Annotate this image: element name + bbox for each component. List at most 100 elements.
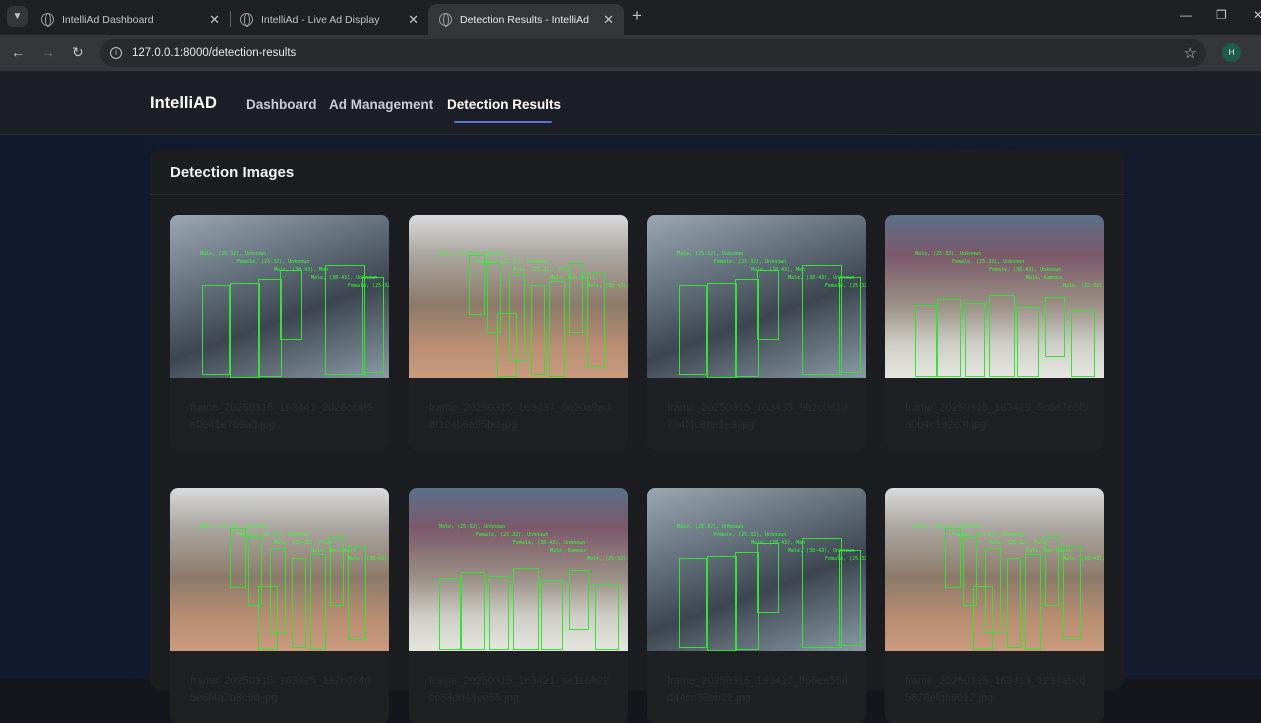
image-filename: frame_20250315_163429_5c6d7e8f9a0b4c1d2e… <box>905 402 1089 431</box>
nav-link-ad-management[interactable]: Ad Management <box>329 97 433 112</box>
browser-tab-live-ad[interactable]: IntelliAd - Live Ad Display ✕ <box>229 4 429 35</box>
detection-bounding-box <box>258 279 282 377</box>
brand-logo[interactable]: IntelliAD <box>150 94 217 113</box>
detection-bounding-box <box>541 580 563 650</box>
detection-image[interactable]: Male, (25-32), Unknown Female, (25-32), U… <box>885 488 1104 651</box>
image-filename: frame_20250315_163413_1234abcd5678efgh90… <box>905 675 1086 704</box>
detection-image-card[interactable]: Male, (25-32), Unknown Female, (25-32), U… <box>170 488 389 723</box>
detection-label: Male, (25-32), Unknown <box>677 524 744 530</box>
detection-label: Male, (25-32), Polo <box>274 540 332 546</box>
url-text[interactable]: 127.0.0.1:8000/detection-results <box>132 47 296 59</box>
site-info-icon[interactable]: i <box>110 47 122 59</box>
detection-label: Male, Non-Shirt <box>1026 548 1072 554</box>
detection-label: Female, (25-32), Unknown <box>476 259 549 265</box>
browser-tab-dashboard[interactable]: IntelliAd Dashboard ✕ <box>30 4 230 35</box>
globe-icon <box>439 13 452 27</box>
detection-label: Male, (38-43), Unknown <box>311 275 378 281</box>
detection-bounding-box <box>679 285 707 375</box>
detection-image[interactable]: Male, (25-32), Unknown Female, (25-32), U… <box>170 215 389 378</box>
new-tab-icon[interactable]: + <box>632 6 642 26</box>
nav-link-dashboard[interactable]: Dashboard <box>246 97 317 112</box>
detection-label: Female, (38-43), Unknown <box>989 267 1062 273</box>
image-filename: frame_20250315_163433_9b2c0d1e7a4f4c88a1… <box>667 402 848 431</box>
forward-icon[interactable]: → <box>41 44 55 60</box>
detection-bounding-box <box>707 556 737 651</box>
back-icon[interactable]: ← <box>11 44 25 60</box>
detection-bounding-box <box>1025 554 1041 650</box>
detection-image-card[interactable]: Male, (25-32), Unknown Female, (25-32), U… <box>409 215 628 450</box>
detection-bounding-box <box>230 283 260 378</box>
detection-bounding-box <box>292 558 306 648</box>
address-bar[interactable]: i 127.0.0.1:8000/detection-results ☆ <box>100 39 1206 67</box>
detection-label: Male, (25-32), Polo <box>513 267 571 273</box>
detection-image-card[interactable]: Male, (25-32), Unknown Female, (25-32), U… <box>647 488 866 723</box>
reload-icon[interactable]: ↻ <box>72 44 84 61</box>
detection-label: Male, (25-32) <box>1063 283 1103 289</box>
detection-label: Male, (25-32), Unknown <box>915 524 982 530</box>
globe-icon <box>240 13 253 27</box>
nav-link-detection-results[interactable]: Detection Results <box>447 97 561 112</box>
detection-label: Male, (38-43), Men <box>274 267 329 273</box>
detection-label: Female, (25-32), Unknown <box>952 259 1025 265</box>
detection-bounding-box <box>1071 311 1095 377</box>
browser-tab-bar: ▼ IntelliAd Dashboard ✕ IntelliAd - Live… <box>0 0 1261 35</box>
detection-image[interactable]: Male, (25-32), Unknown Female, (25-32), U… <box>647 215 866 378</box>
card-title: Detection Images <box>170 164 295 181</box>
detection-bounding-box <box>707 283 737 378</box>
detection-bounding-box <box>258 586 278 650</box>
close-tab-icon[interactable]: ✕ <box>603 12 614 28</box>
browser-tab-title: IntelliAd Dashboard <box>62 13 154 26</box>
image-filename: frame_20250315_163417_ff66ee55dd44cc33bb… <box>667 675 848 704</box>
browser-tab-detection-results[interactable]: Detection Results - IntelliAd ✕ <box>428 4 624 35</box>
tab-search-dropdown-icon[interactable]: ▼ <box>7 6 28 27</box>
active-nav-indicator <box>454 121 552 123</box>
restore-icon[interactable]: ❐ <box>1216 8 1227 22</box>
detection-label: Male, (25-32), Unknown <box>439 251 506 257</box>
detection-image-card[interactable]: Male, (25-32), Unknown Female, (25-32), U… <box>409 488 628 723</box>
close-tab-icon[interactable]: ✕ <box>408 12 419 28</box>
detection-label: Male, Non-Shirt <box>311 548 357 554</box>
browser-tab-title: Detection Results - IntelliAd <box>460 13 589 26</box>
detection-label: Male, (25-32) <box>587 556 627 562</box>
page-body: IntelliAD Dashboard Ad Management Detect… <box>0 71 1261 723</box>
detection-image-card[interactable]: Male, (25-32), Unknown Female, (25-32), U… <box>885 215 1104 450</box>
detection-label: Female, (25-32), Unknown <box>237 532 310 538</box>
image-filename: frame_20250315_163425_1a2b3c4d5e6f4a7b8c… <box>190 675 371 704</box>
minimize-icon[interactable]: — <box>1180 8 1192 22</box>
detection-bounding-box <box>757 543 779 613</box>
detection-label: Male, (25-32), Unknown <box>677 251 744 257</box>
detection-image[interactable]: Male, (25-32), Unknown Female, (25-32), U… <box>170 488 389 651</box>
detection-image-card[interactable]: Male, (25-32), Unknown Female, (25-32), U… <box>647 215 866 450</box>
detection-bounding-box <box>757 270 779 340</box>
detection-bounding-box <box>735 279 759 377</box>
detection-image[interactable]: Male, (25-32), Unknown Female, (25-32), U… <box>409 215 628 378</box>
detection-bounding-box <box>531 285 545 375</box>
detection-image-card[interactable]: Male, (25-32), Unknown Female, (25-32), U… <box>885 488 1104 723</box>
detection-bounding-box <box>1045 536 1059 606</box>
detection-label: Male, (25-32), Unknown <box>200 524 267 530</box>
close-tab-icon[interactable]: ✕ <box>209 12 220 28</box>
detection-image[interactable]: Male, (25-32), Unknown Female, (25-32), U… <box>647 488 866 651</box>
detection-bounding-box <box>325 265 365 375</box>
detection-label: Male, Kameez <box>550 548 587 554</box>
detection-label: Male, (25-32), Polo <box>989 540 1047 546</box>
detection-bounding-box <box>1007 558 1021 648</box>
detection-image[interactable]: Male, (25-32), Unknown Female, (25-32), U… <box>409 488 628 651</box>
detection-label: Male, (38-43), Men <box>751 267 806 273</box>
image-filename: frame_20250315_163421_aa11bb22cc33dd44ee… <box>429 675 610 704</box>
detection-bounding-box <box>489 576 509 650</box>
detection-label: Male, (38-43), Unknown <box>587 283 628 289</box>
detection-label: Female, (25-32), Unknown <box>476 532 549 538</box>
detection-bounding-box <box>569 263 583 333</box>
detection-bounding-box <box>735 552 759 650</box>
detection-label: Female, (25-32), Unknown <box>237 259 310 265</box>
detection-bounding-box <box>569 570 589 630</box>
profile-avatar[interactable]: H <box>1222 43 1241 62</box>
window-close-icon[interactable]: ✕ <box>1253 8 1261 22</box>
detection-image-card[interactable]: Male, (25-32), Unknown Female, (25-32), U… <box>170 215 389 450</box>
globe-icon <box>41 13 54 27</box>
detection-label: Male, (25-32), Unknown <box>200 251 267 257</box>
bookmark-star-icon[interactable]: ☆ <box>1184 44 1197 62</box>
detection-image[interactable]: Male, (25-32), Unknown Female, (25-32), U… <box>885 215 1104 378</box>
detection-bounding-box <box>461 572 485 650</box>
